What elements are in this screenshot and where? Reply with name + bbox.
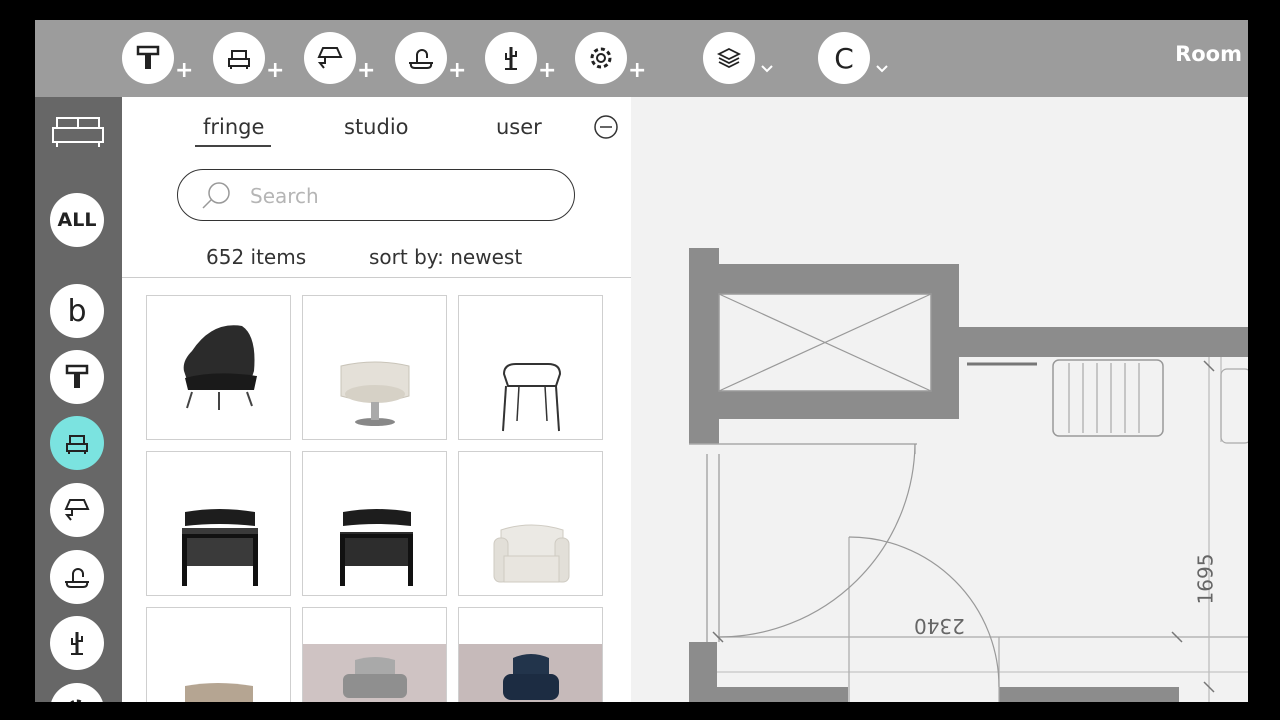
- all-label: ALL: [57, 209, 97, 231]
- chevron-down-icon: [761, 65, 773, 73]
- wall: [931, 264, 959, 419]
- add-settings-button[interactable]: +: [575, 32, 646, 84]
- product-card[interactable]: [458, 607, 603, 702]
- plus-icon: +: [357, 58, 376, 83]
- divider: [122, 277, 631, 278]
- plus-icon: +: [628, 58, 647, 83]
- item-count: 652 items: [206, 245, 307, 269]
- product-card[interactable]: [302, 607, 447, 702]
- grey-tufted-chair-image: [303, 644, 446, 702]
- dimension-label-horizontal: 2340: [914, 614, 965, 638]
- category-all[interactable]: ALL: [50, 193, 104, 247]
- category-paint[interactable]: [50, 350, 104, 404]
- category-brand[interactable]: b: [50, 284, 104, 338]
- add-paint-button[interactable]: +: [122, 32, 193, 84]
- wall: [717, 687, 848, 702]
- swivel-tub-chair-image: [340, 361, 410, 426]
- wall: [689, 248, 719, 444]
- sofa-icon[interactable]: [51, 112, 105, 152]
- avatar: C: [818, 32, 870, 84]
- sort-dropdown[interactable]: sort by: newest: [369, 245, 522, 269]
- layers-icon: [703, 32, 755, 84]
- floor-plan-drawing: [689, 248, 1248, 702]
- armchair-icon: [66, 435, 88, 454]
- collapse-panel-icon[interactable]: [594, 115, 618, 139]
- top-toolbar: + + + + + + C Room: [35, 20, 1248, 97]
- product-card[interactable]: [146, 607, 291, 702]
- gear-icon: [575, 32, 627, 84]
- plus-icon: +: [448, 58, 467, 83]
- brand-label: b: [67, 293, 87, 329]
- plus-icon: +: [538, 58, 557, 83]
- door-swing: [718, 443, 916, 638]
- category-sidebar: ALL b: [35, 97, 122, 702]
- black-leather-lounge-chair-image: [183, 325, 257, 410]
- tab-fringe[interactable]: fringe: [203, 115, 264, 139]
- room-menu[interactable]: Room: [1175, 42, 1242, 66]
- lamp-icon: [304, 32, 356, 84]
- door-swing: [848, 536, 1000, 688]
- product-card[interactable]: [302, 295, 447, 440]
- product-card[interactable]: [458, 451, 603, 596]
- dimension-label-vertical: 1695: [1193, 553, 1218, 605]
- category-armchair[interactable]: [50, 416, 104, 470]
- add-plant-button[interactable]: +: [485, 32, 556, 84]
- category-fixtures[interactable]: [50, 550, 104, 604]
- blue-velvet-chair-image: [459, 644, 602, 702]
- category-plants[interactable]: [50, 616, 104, 670]
- white-club-chair-image: [493, 524, 570, 583]
- active-tab-indicator: [195, 145, 271, 147]
- search-icon: [202, 182, 230, 209]
- paint-roller-icon: [65, 364, 89, 388]
- app-window: + + + + + + C Room ALL b fringe studio u…: [35, 20, 1248, 702]
- user-menu-button[interactable]: C: [818, 32, 888, 84]
- armchair-icon: [213, 32, 265, 84]
- product-card[interactable]: [302, 451, 447, 596]
- floor-plan-canvas[interactable]: 1695 2340: [631, 97, 1248, 702]
- black-wood-armchair-image: [182, 509, 258, 586]
- paint-roller-icon: [122, 32, 174, 84]
- add-fixture-button[interactable]: +: [395, 32, 466, 84]
- plus-icon: +: [266, 58, 285, 83]
- user-initial: C: [834, 41, 854, 75]
- product-card[interactable]: [146, 295, 291, 440]
- tan-chair-image: [185, 683, 253, 702]
- gear-icon: [70, 699, 84, 702]
- chevron-down-icon: [876, 65, 888, 73]
- tab-studio[interactable]: studio: [344, 115, 409, 139]
- plus-icon: +: [175, 58, 194, 83]
- wall: [689, 642, 717, 702]
- faucet-icon: [395, 32, 447, 84]
- product-card[interactable]: [146, 451, 291, 596]
- cactus-icon: [71, 632, 83, 655]
- wall: [999, 687, 1179, 702]
- search-box: [177, 169, 575, 221]
- wall: [719, 264, 959, 294]
- faucet-icon: [65, 568, 89, 588]
- wall: [959, 327, 1248, 357]
- category-lighting[interactable]: [50, 483, 104, 537]
- tab-user[interactable]: user: [496, 115, 542, 139]
- product-card[interactable]: [458, 295, 603, 440]
- layers-button[interactable]: [703, 32, 773, 84]
- cactus-icon: [485, 32, 537, 84]
- add-furniture-button[interactable]: +: [213, 32, 284, 84]
- wall: [719, 391, 959, 419]
- wire-chair-image: [502, 363, 562, 432]
- search-input[interactable]: [248, 180, 552, 212]
- catalog-panel: fringe studio user 652 items sort by: ne…: [122, 97, 631, 702]
- category-settings[interactable]: [50, 683, 104, 702]
- sink: [1220, 368, 1248, 444]
- black-wood-armchair-alt-image: [340, 509, 413, 586]
- lamp-icon: [64, 499, 90, 521]
- add-lighting-button[interactable]: +: [304, 32, 375, 84]
